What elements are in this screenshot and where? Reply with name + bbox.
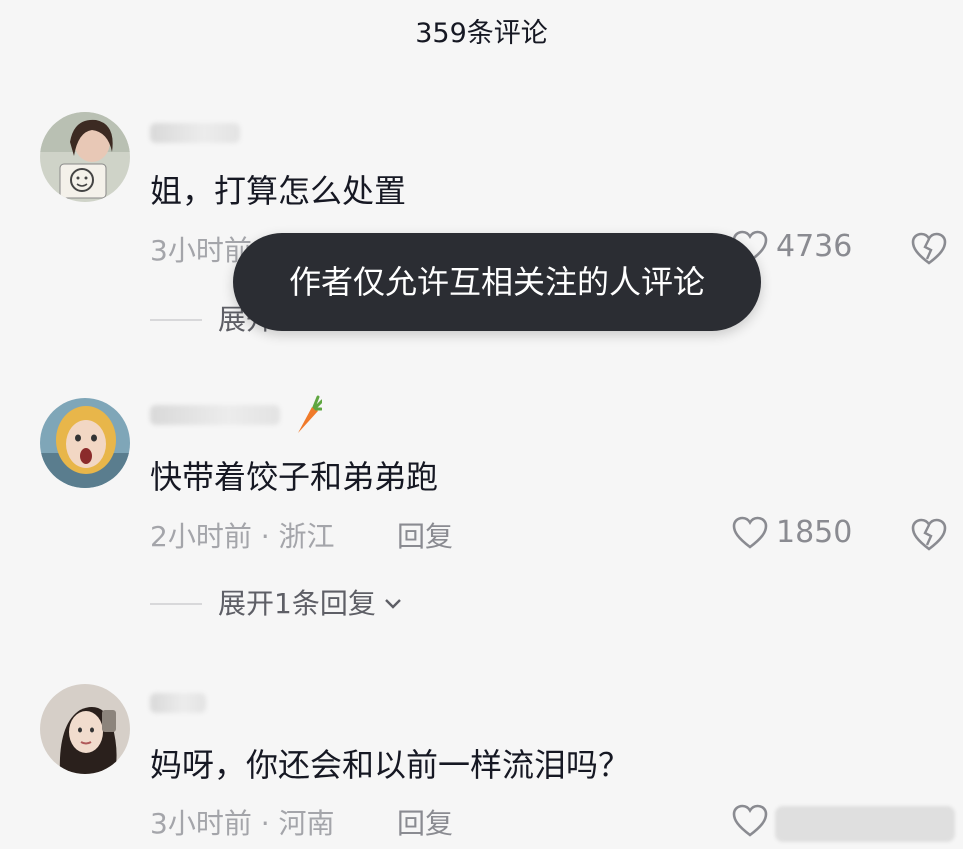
expand-replies[interactable]: 展开1条回复 xyxy=(150,584,402,624)
comment-meta: 2小时前 · 浙江 xyxy=(150,520,335,553)
comment-text: 姐，打算怎么处置 xyxy=(150,172,407,210)
comment-text: 妈呀，你还会和以前一样流泪吗？ xyxy=(150,746,631,784)
reply-button[interactable]: 回复 xyxy=(397,517,453,557)
avatar[interactable] xyxy=(40,112,130,202)
heart-icon xyxy=(732,516,768,549)
watermark-overlay xyxy=(775,806,955,842)
broken-heart-icon xyxy=(911,232,947,265)
carrot-icon xyxy=(298,395,322,433)
avatar[interactable] xyxy=(40,398,130,488)
toast-message: 作者仅允许互相关注的人评论 xyxy=(233,233,761,331)
dislike-button[interactable] xyxy=(910,518,948,552)
avatar[interactable] xyxy=(40,684,130,774)
comments-count-title: 359条评论 xyxy=(415,18,548,49)
comment-meta: 3小时前 · 河南 xyxy=(150,807,335,840)
expand-replies-label: 展开1条回复 xyxy=(218,587,376,620)
chevron-down-icon xyxy=(384,599,401,609)
username-redacted[interactable] xyxy=(150,118,340,148)
dislike-button[interactable] xyxy=(910,232,948,266)
like-count: 1850 xyxy=(776,515,853,550)
username-redacted[interactable] xyxy=(150,395,340,433)
like-button[interactable]: 1850 xyxy=(732,515,852,550)
heart-icon xyxy=(732,804,768,837)
comment-text: 快带着饺子和弟弟跑 xyxy=(150,458,439,496)
username-redacted[interactable] xyxy=(150,688,340,718)
broken-heart-icon xyxy=(911,518,947,551)
reply-button[interactable]: 回复 xyxy=(397,804,453,844)
like-count: 4736 xyxy=(776,229,853,264)
like-button[interactable] xyxy=(732,804,768,838)
